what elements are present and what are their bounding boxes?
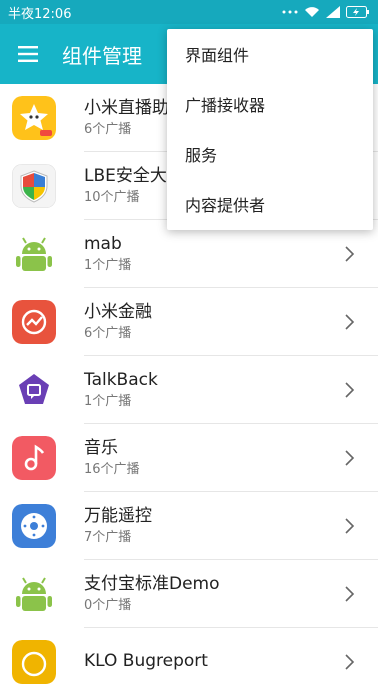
overflow-menu: 界面组件 广播接收器 服务 内容提供者 [167, 29, 373, 230]
status-icons [282, 6, 370, 18]
menu-item-providers[interactable]: 内容提供者 [167, 179, 373, 229]
page-title: 组件管理 [62, 43, 142, 68]
remote-control-icon [12, 504, 56, 548]
app-name: 音乐 [84, 437, 118, 458]
cellular-signal-icon [326, 6, 340, 18]
list-item[interactable]: mab 1个广播 [0, 220, 378, 288]
music-icon [12, 436, 56, 480]
broadcast-count: 1个广播 [84, 393, 132, 409]
list-item[interactable]: TalkBack 1个广播 [0, 356, 378, 424]
battery-charging-icon [346, 6, 369, 18]
app-name: mab [84, 233, 122, 254]
broadcast-count: 1个广播 [84, 257, 132, 273]
menu-item-activities[interactable]: 界面组件 [167, 29, 373, 79]
list-item[interactable]: KLO Bugreport [0, 628, 378, 696]
app-name: 小米金融 [84, 301, 152, 322]
broadcast-count: 6个广播 [84, 325, 132, 341]
xiaomi-finance-icon [12, 300, 56, 344]
wifi-icon [305, 7, 319, 17]
lbe-shield-icon [12, 164, 56, 208]
app-name: 支付宝标准Demo [84, 573, 220, 594]
chevron-right-icon [345, 518, 355, 534]
hamburger-menu-icon[interactable] [0, 24, 56, 84]
more-dots-icon [282, 10, 298, 14]
status-bar: 半夜12:06 [0, 0, 378, 24]
broadcast-count: 16个广播 [84, 461, 140, 477]
list-item[interactable]: 万能遥控 7个广播 [0, 492, 378, 560]
list-item[interactable]: 支付宝标准Demo 0个广播 [0, 560, 378, 628]
chevron-right-icon [345, 314, 355, 330]
chevron-right-icon [345, 382, 355, 398]
talkback-icon [12, 368, 56, 412]
app-name: TalkBack [84, 369, 158, 390]
android-icon [12, 232, 56, 276]
android-icon [12, 572, 56, 616]
status-time: 半夜12:06 [8, 6, 72, 22]
menu-item-services[interactable]: 服务 [167, 129, 373, 179]
chevron-right-icon [345, 450, 355, 466]
list-item[interactable]: 小米金融 6个广播 [0, 288, 378, 356]
xiaomi-live-icon [12, 96, 56, 140]
menu-item-receivers[interactable]: 广播接收器 [167, 79, 373, 129]
chevron-right-icon [345, 586, 355, 602]
chevron-right-icon [345, 654, 355, 670]
app-name: 万能遥控 [84, 505, 152, 526]
broadcast-count: 7个广播 [84, 529, 132, 545]
chevron-right-icon [345, 246, 355, 262]
klo-bugreport-icon [12, 640, 56, 684]
broadcast-count: 0个广播 [84, 597, 132, 613]
list-item[interactable]: 音乐 16个广播 [0, 424, 378, 492]
